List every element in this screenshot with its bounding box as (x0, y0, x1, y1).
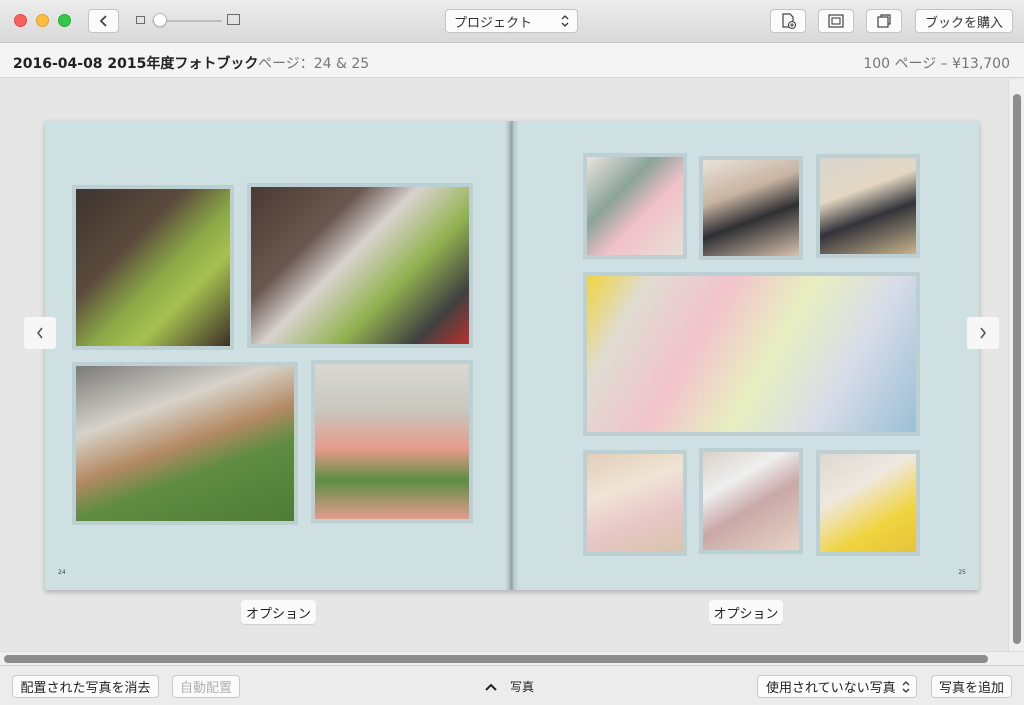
chevron-up-icon (485, 683, 497, 691)
book-title: 2016-04-08 2015年度フォトブック (13, 56, 259, 72)
photo-slot[interactable] (311, 360, 473, 523)
toolbar: プロジェクト ブックを購入 (0, 0, 1024, 43)
updown-chevron-icon (902, 680, 910, 693)
photo-image (820, 454, 916, 552)
photo-slot[interactable] (583, 153, 687, 259)
photo-image (703, 452, 799, 550)
photo-slot[interactable] (699, 448, 803, 554)
page-indicator: ページ：24 & 25 (258, 56, 370, 72)
photo-filter-dropdown[interactable]: 使用されていない写真 (757, 675, 917, 698)
page-number-right: 25 (958, 569, 966, 576)
add-page-button[interactable] (770, 9, 806, 33)
photo-image (587, 157, 683, 255)
left-page-options-button[interactable]: オプション (241, 600, 316, 624)
photo-image (587, 454, 683, 552)
clear-placed-photos-button[interactable]: 配置された写真を消去 (12, 675, 159, 698)
book-info-bar: 2016-04-08 2015年度フォトブック ページ：24 & 25 100 … (0, 43, 1024, 78)
right-page-options-button[interactable]: オプション (709, 600, 783, 624)
back-button[interactable] (88, 9, 119, 33)
zoom-in-icon (227, 14, 240, 25)
photo-slot[interactable] (583, 272, 920, 436)
photo-image (76, 189, 230, 346)
photo-slot[interactable] (247, 183, 473, 348)
horizontal-scroll-thumb[interactable] (4, 655, 988, 663)
book-icon (877, 14, 891, 28)
page-right[interactable]: 25 (512, 121, 979, 590)
page-count-price: 100 ページ – ¥13,700 (863, 56, 1010, 72)
photo-image (703, 160, 799, 256)
photo-image (587, 276, 916, 432)
photo-image (820, 158, 916, 254)
photo-slot[interactable] (699, 156, 803, 260)
horizontal-scrollbar[interactable] (0, 651, 1024, 665)
book-spine (505, 121, 519, 590)
photo-slot[interactable] (72, 185, 234, 350)
page-left[interactable]: 24 (45, 121, 512, 590)
zoom-slider-knob[interactable] (153, 13, 167, 27)
minimize-window-button[interactable] (36, 14, 49, 27)
maximize-window-button[interactable] (58, 14, 71, 27)
project-dropdown[interactable]: プロジェクト (445, 9, 578, 33)
photo-slot[interactable] (816, 154, 920, 258)
add-photos-button[interactable]: 写真を追加 (931, 675, 1012, 698)
chevron-left-icon (99, 15, 107, 27)
photo-filter-label: 使用されていない写真 (766, 681, 896, 696)
layout-button[interactable] (818, 9, 854, 33)
photo-slot[interactable] (816, 450, 920, 556)
updown-chevron-icon (561, 14, 569, 28)
photo-slot[interactable] (583, 450, 687, 556)
photo-image (76, 366, 294, 521)
project-dropdown-label: プロジェクト (454, 15, 533, 31)
page-number-left: 24 (58, 569, 66, 576)
photo-slot[interactable] (72, 362, 298, 525)
vertical-scroll-thumb[interactable] (1013, 94, 1021, 644)
photo-image (251, 187, 469, 344)
photos-panel-label: 写真 (510, 680, 535, 694)
next-spread-button[interactable] (967, 317, 999, 349)
add-page-icon (782, 13, 797, 30)
bottom-bar: 配置された写真を消去 自動配置 写真 使用されていない写真 写真を追加 (0, 665, 1024, 705)
layout-icon (828, 14, 844, 28)
previous-spread-button[interactable] (24, 317, 56, 349)
autoflow-button[interactable]: 自動配置 (172, 675, 240, 698)
photo-image (315, 364, 469, 519)
photo-book-window: プロジェクト ブックを購入 2016-04-08 2015年度フォトブック ペー… (0, 0, 1024, 705)
buy-book-button[interactable]: ブックを購入 (915, 9, 1013, 33)
book-settings-button[interactable] (866, 9, 902, 33)
vertical-scrollbar[interactable] (1008, 79, 1024, 651)
chevron-left-icon (36, 327, 43, 339)
zoom-out-icon (136, 16, 145, 24)
chevron-right-icon (980, 327, 987, 339)
photos-panel-toggle[interactable]: 写真 (484, 678, 534, 695)
close-window-button[interactable] (14, 14, 27, 27)
